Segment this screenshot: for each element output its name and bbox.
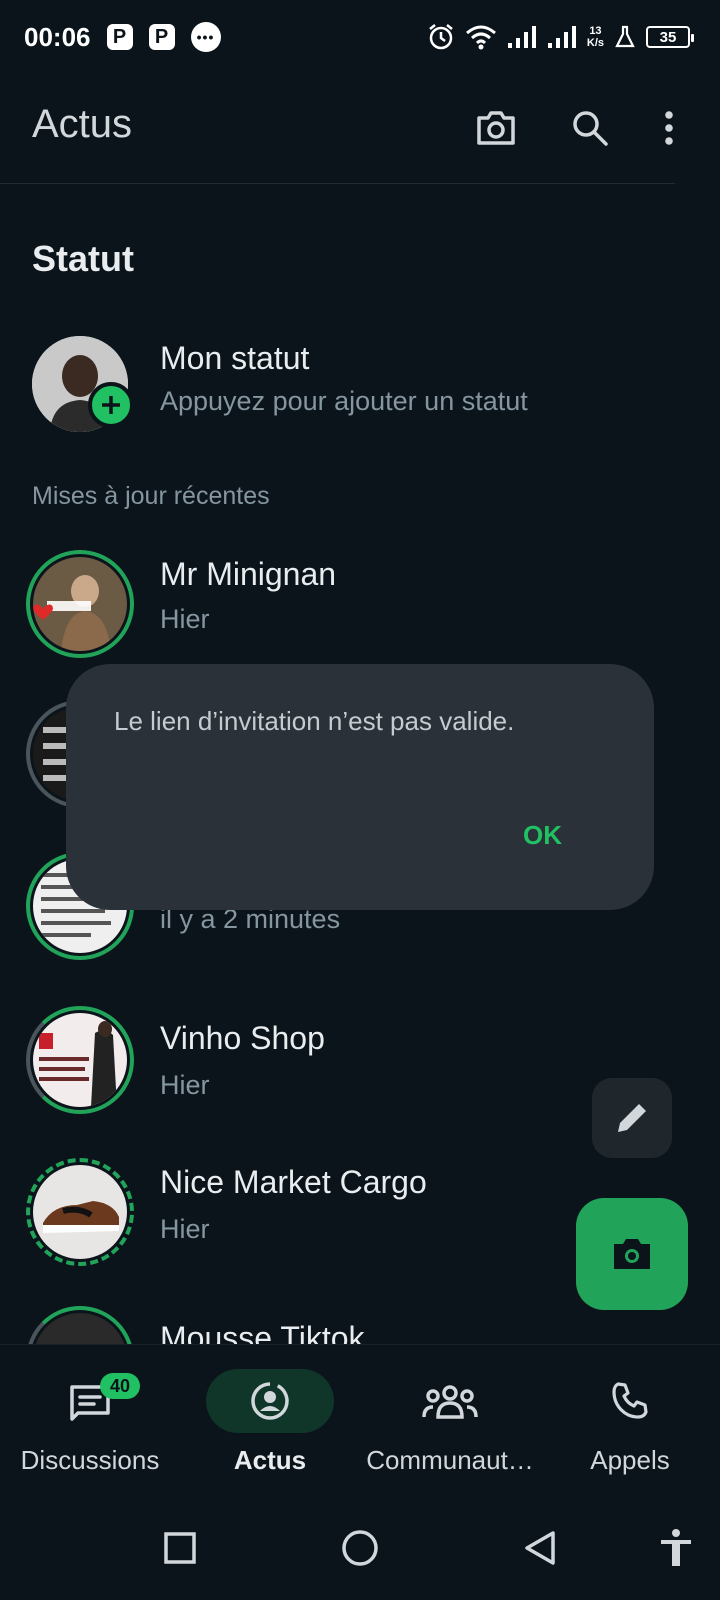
tab-actus[interactable]: Actus [180,1345,360,1497]
nav-icon-container [386,1369,514,1433]
nav-icon-container [566,1369,694,1433]
search-icon [573,111,608,146]
tab-label: Communaut… [366,1445,534,1475]
status-time: Hier [160,1070,210,1100]
status-contact-name: Vinho Shop [160,1020,325,1056]
search-button[interactable] [568,106,612,150]
app-bar: Actus [0,74,675,184]
my-status-subtitle: Appuyez pour ajouter un statut [160,386,528,416]
page-title: Actus [32,102,133,146]
status-thumbnail [33,1165,127,1259]
network-speed: 13 K/s [586,25,604,49]
status-avatar-ring [26,1158,134,1266]
status-contact-name: Nice Market Cargo [160,1164,427,1200]
nav-icon-container [206,1369,334,1433]
error-dialog: Le lien d’invitation n’est pas valide. O… [66,664,654,910]
clock: 00:06 [24,21,91,52]
accessibility-button[interactable] [652,1524,700,1572]
camera-button[interactable] [474,106,518,150]
status-avatar-ring [26,1306,134,1344]
status-time: Hier [160,604,210,634]
status-thumbnail [33,1313,127,1344]
status-contact-name: Mr Minignan [160,556,337,592]
add-status-button[interactable] [88,382,134,428]
alarm-icon [429,24,453,50]
signal-icon [507,26,536,48]
tab-label: Appels [590,1445,670,1475]
pencil-icon [618,1104,646,1132]
flask-icon [615,25,635,48]
tab-label: Actus [233,1445,307,1475]
signal-icon [547,26,576,48]
app-notification-icon: P [148,24,175,50]
tab-calls[interactable]: Appels [540,1345,720,1497]
messenger-icon: ••• [190,22,221,52]
tab-discussions[interactable]: 40 Discussions [0,1345,180,1497]
status-avatar-ring [26,550,134,658]
more-vert-icon [665,111,673,145]
dialog-message: Le lien d’invitation n’est pas valide. [114,706,515,736]
status-item[interactable]: Mr Minignan Hier [0,548,720,668]
tab-communities[interactable]: Communaut… [360,1345,540,1497]
more-options-button[interactable] [654,106,684,150]
recent-updates-label: Mises à jour récentes [32,482,270,510]
home-button[interactable] [336,1524,384,1572]
status-bar: 00:06 P P ••• 13 K/s 35 [0,0,720,74]
status-thumbnail [33,1013,127,1107]
circle-icon [342,1530,378,1566]
camera-icon [477,111,515,145]
wifi-icon [465,25,496,50]
accessibility-icon [661,1529,691,1566]
phone-icon [612,1382,648,1419]
status-thumbnail [33,557,127,651]
system-navigation-bar [0,1496,720,1600]
bottom-navigation: 40 Discussions Actus Communaut… Appels [0,1344,720,1496]
my-status-name: Mon statut [160,340,310,376]
ok-button[interactable]: OK [523,820,562,851]
unread-count-badge: 40 [100,1373,140,1399]
updates-icon [251,1382,289,1420]
recents-button[interactable] [156,1524,204,1572]
back-button[interactable] [516,1524,564,1572]
my-status-row[interactable]: Mon statut Appuyez pour ajouter un statu… [0,330,720,450]
status-time: Hier [160,1214,210,1244]
status-contact-name: Mousse Tiktok [160,1320,365,1344]
tab-label: Discussions [20,1445,160,1475]
camera-status-button[interactable] [576,1198,688,1310]
app-notification-icon: P [106,24,133,50]
camera-icon [614,1239,650,1269]
status-avatar-ring [26,1006,134,1114]
back-triangle-icon [525,1531,555,1565]
status-item[interactable]: Mousse Tiktok [0,1306,720,1344]
battery-indicator: 35 [646,26,694,48]
plus-icon [102,396,120,414]
edit-text-status-button[interactable] [592,1078,672,1158]
square-icon [164,1532,196,1564]
communities-icon [422,1385,478,1419]
section-title: Statut [32,238,134,279]
